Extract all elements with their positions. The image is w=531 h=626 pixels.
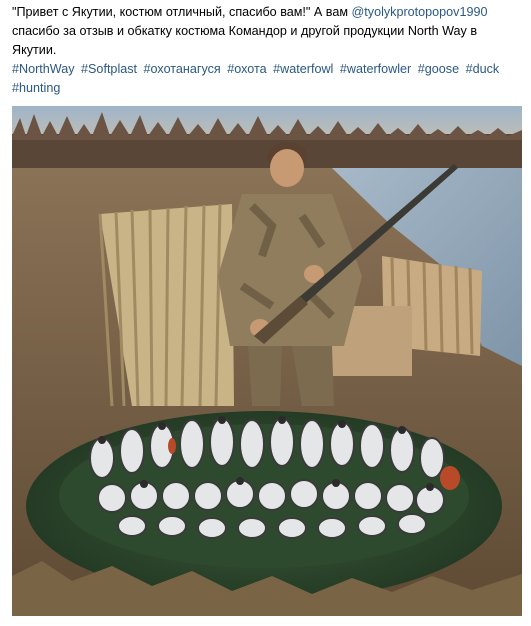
hashtag-link[interactable]: #waterfowl: [273, 62, 333, 76]
hashtag-link[interactable]: #охота: [227, 62, 266, 76]
post-text-mid: А вам: [310, 5, 352, 19]
hashtag-link[interactable]: #NorthWay: [12, 62, 75, 76]
hashtag-link[interactable]: #goose: [418, 62, 459, 76]
hashtag-link[interactable]: #Softplast: [81, 62, 137, 76]
hashtag-list: #NorthWay #Softplast #охотанагуся #охота…: [12, 60, 524, 98]
hashtag-link[interactable]: #hunting: [12, 81, 60, 95]
post-photo[interactable]: [12, 106, 522, 616]
hashtag-link[interactable]: #waterfowler: [340, 62, 411, 76]
post-quote: "Привет с Якутии, костюм отличный, спаси…: [12, 5, 311, 19]
post-text-rest: спасибо за отзыв и обкатку костюма Коман…: [12, 24, 478, 57]
mention-link[interactable]: @tyolykprotopopov1990: [351, 5, 487, 19]
post-text: "Привет с Якутии, костюм отличный, спаси…: [12, 3, 524, 98]
wall-post: "Привет с Якутии, костюм отличный, спаси…: [0, 0, 531, 626]
hunting-photo-illustration: [12, 106, 522, 616]
hashtag-link[interactable]: #охотанагуся: [144, 62, 221, 76]
hashtag-link[interactable]: #duck: [466, 62, 500, 76]
